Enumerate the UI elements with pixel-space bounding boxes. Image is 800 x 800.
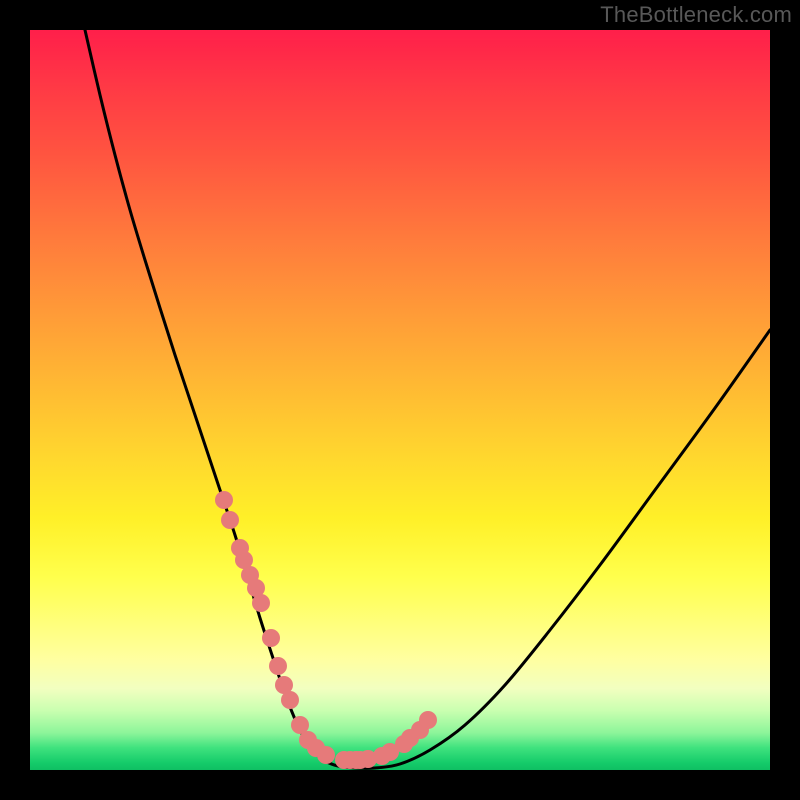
highlight-dot xyxy=(269,657,287,675)
chart-frame: TheBottleneck.com xyxy=(0,0,800,800)
highlight-dot xyxy=(215,491,233,509)
plot-area xyxy=(30,30,770,770)
highlight-dot xyxy=(281,691,299,709)
watermark-text: TheBottleneck.com xyxy=(600,2,792,28)
highlight-dot xyxy=(221,511,239,529)
curve-svg xyxy=(30,30,770,770)
highlight-dot xyxy=(317,746,335,764)
highlight-dot xyxy=(262,629,280,647)
highlight-dots-group xyxy=(215,491,437,769)
highlight-dot xyxy=(419,711,437,729)
highlight-dot xyxy=(252,594,270,612)
bottleneck-curve-line xyxy=(85,30,770,768)
